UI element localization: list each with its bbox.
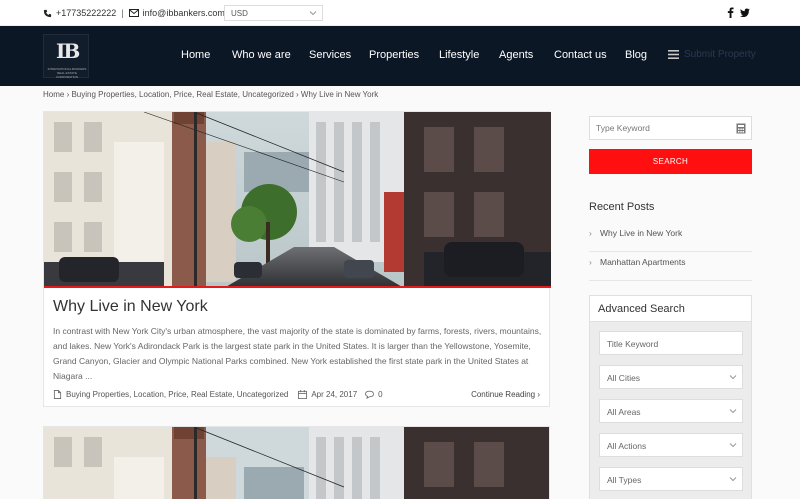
post-card-2[interactable] xyxy=(43,426,550,499)
mail-icon xyxy=(128,9,139,17)
chevron-right-icon: › xyxy=(589,257,592,267)
currency-select[interactable]: USD xyxy=(224,5,323,21)
phone-number[interactable]: +17735222222 xyxy=(56,8,116,18)
comment-icon xyxy=(365,390,375,399)
chevron-down-icon xyxy=(729,375,737,380)
post-title[interactable]: Why Live in New York xyxy=(53,298,208,316)
post-card: Why Live in New York In contrast with Ne… xyxy=(43,111,551,407)
nav-home[interactable]: Home xyxy=(181,49,210,61)
calendar-icon xyxy=(298,390,308,399)
post-image[interactable] xyxy=(44,112,551,288)
search-button[interactable]: SEARCH xyxy=(589,149,752,174)
types-select[interactable]: All Types xyxy=(599,467,743,491)
post-excerpt: In contrast with New York City's urban a… xyxy=(53,326,542,381)
recent-post-item[interactable]: › Why Live in New York xyxy=(589,224,752,252)
post-date: Apr 24, 2017 xyxy=(311,390,358,399)
areas-value: All Areas xyxy=(607,407,641,417)
advanced-search-panel: Advanced Search Title Keyword All Cities… xyxy=(589,295,752,499)
areas-select[interactable]: All Areas xyxy=(599,399,743,423)
keyword-placeholder: Type Keyword xyxy=(596,123,650,133)
street-photo xyxy=(44,112,551,288)
separator: | xyxy=(121,8,124,18)
recent-post-label: Why Live in New York xyxy=(600,228,683,238)
cities-value: All Cities xyxy=(607,373,641,383)
chevron-down-icon xyxy=(729,443,737,448)
currency-value: USD xyxy=(231,9,248,18)
recent-post-label: Manhattan Apartments xyxy=(600,257,686,267)
title-keyword-placeholder: Title Keyword xyxy=(607,339,659,349)
keyword-search-input[interactable]: Type Keyword xyxy=(589,116,752,140)
nav-agents[interactable]: Agents xyxy=(499,49,533,61)
comment-count[interactable]: 0 xyxy=(378,390,382,399)
contact-info: +17735222222 | info@ibbankers.com xyxy=(43,8,225,18)
types-value: All Types xyxy=(607,475,642,485)
continue-reading-link[interactable]: Continue Reading › xyxy=(471,390,540,399)
recent-posts-title: Recent Posts xyxy=(589,201,655,213)
nav-lifestyle[interactable]: Lifestyle xyxy=(439,49,479,61)
nav-services[interactable]: Services xyxy=(309,49,351,61)
street-photo-2 xyxy=(44,427,549,499)
twitter-icon[interactable] xyxy=(740,8,750,17)
nav-properties[interactable]: Properties xyxy=(369,49,419,61)
image-accent-bar xyxy=(44,286,551,288)
logo-tagline: INTERNATIONAL BANKERS REAL ESTATE CORPOR… xyxy=(47,67,87,79)
calculator-icon[interactable] xyxy=(736,123,746,134)
post-categories[interactable]: Buying Properties, Location, Price, Real… xyxy=(66,390,288,399)
breadcrumb[interactable]: Home › Buying Properties, Location, Pric… xyxy=(43,90,378,99)
nav-blog[interactable]: Blog xyxy=(625,49,647,61)
chevron-right-icon: › xyxy=(589,228,592,238)
menu-icon xyxy=(668,50,679,59)
nav-who-we-are[interactable]: Who we are xyxy=(232,49,291,61)
email-link[interactable]: info@ibbankers.com xyxy=(143,8,225,18)
chevron-down-icon xyxy=(729,477,737,482)
chevron-down-icon xyxy=(729,409,737,414)
submit-property-label: Submit Property xyxy=(684,49,756,60)
phone-icon xyxy=(43,9,52,17)
post-meta: Buying Properties, Location, Price, Real… xyxy=(53,390,383,399)
recent-post-item[interactable]: › Manhattan Apartments xyxy=(589,253,752,281)
cities-select[interactable]: All Cities xyxy=(599,365,743,389)
top-bar: +17735222222 | info@ibbankers.com USD xyxy=(0,0,800,26)
submit-property-button[interactable]: Submit Property xyxy=(668,49,756,60)
title-keyword-input[interactable]: Title Keyword xyxy=(599,331,743,355)
advanced-search-title: Advanced Search xyxy=(590,296,751,322)
chevron-down-icon xyxy=(309,11,317,16)
actions-value: All Actions xyxy=(607,441,647,451)
actions-select[interactable]: All Actions xyxy=(599,433,743,457)
main-header: IB INTERNATIONAL BANKERS REAL ESTATE COR… xyxy=(0,26,800,86)
document-icon xyxy=(53,390,62,399)
nav-contact-us[interactable]: Contact us xyxy=(554,49,607,61)
facebook-icon[interactable] xyxy=(727,7,734,18)
